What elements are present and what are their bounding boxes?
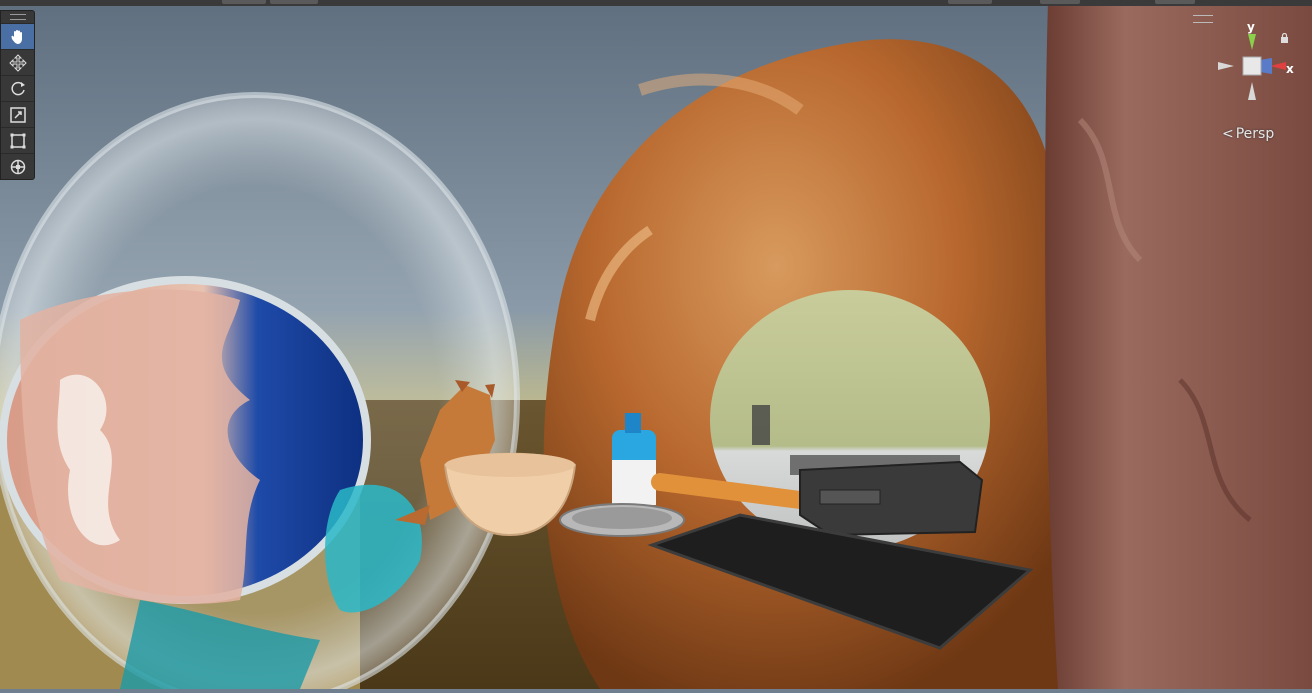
rotate-tool-button[interactable] (1, 75, 34, 101)
toolbar-tab[interactable] (1155, 0, 1195, 4)
y-axis-cone[interactable] (1248, 34, 1256, 50)
scene-render[interactable] (0, 0, 1312, 693)
x-axis-cone[interactable] (1270, 62, 1286, 70)
rect-transform-icon (10, 133, 25, 148)
scale-icon (9, 106, 26, 123)
move-icon (8, 53, 27, 72)
hand-icon (10, 29, 22, 44)
perspective-icon: < (1222, 126, 1234, 142)
scale-tool-button[interactable] (1, 101, 34, 127)
gizmo-center-cube[interactable] (1242, 56, 1262, 76)
rotate-icon (10, 81, 25, 95)
hand-tool-button[interactable] (1, 23, 34, 49)
toolbar-tab[interactable] (270, 0, 318, 4)
toolbar-tab[interactable] (948, 0, 992, 4)
toolbar-tab[interactable] (222, 0, 266, 4)
scene-tools-panel (0, 10, 35, 180)
y-axis-label: y (1247, 20, 1255, 34)
top-toolbar-strip (0, 0, 1312, 6)
lock-icon[interactable] (1280, 28, 1289, 43)
move-tool-button[interactable] (1, 49, 34, 75)
neg-x-axis-cone[interactable] (1218, 62, 1234, 70)
projection-label: Persp (1235, 126, 1275, 142)
z-axis-cone[interactable] (1260, 58, 1272, 74)
neg-y-axis-cone[interactable] (1248, 82, 1256, 100)
rect-tool-button[interactable] (1, 127, 34, 153)
projection-toggle[interactable]: < Persp (1222, 126, 1274, 142)
panel-grip[interactable] (1, 11, 34, 23)
orientation-gizmo[interactable]: y x (1210, 20, 1302, 120)
transform-icon (10, 159, 25, 174)
toolbar-tab[interactable] (1040, 0, 1080, 4)
scene-viewport[interactable] (0, 0, 1312, 693)
transform-tool-button[interactable] (1, 153, 34, 179)
x-axis-label: x (1286, 62, 1294, 76)
